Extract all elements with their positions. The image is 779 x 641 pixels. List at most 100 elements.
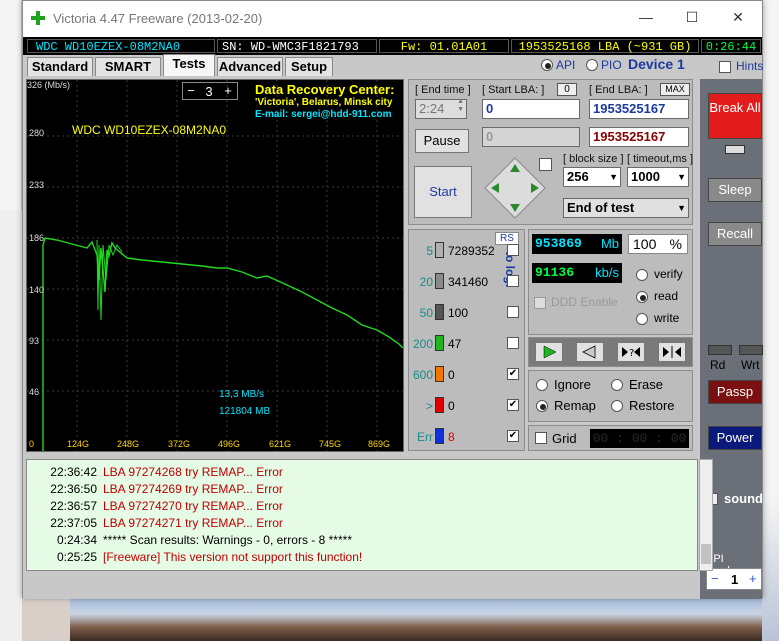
y-tick-46: 46 [29,387,40,397]
stat-count: 8 [448,430,455,444]
desktop-wallpaper [70,596,779,641]
stat-log-checkbox[interactable]: ✔ [507,368,519,380]
hints-label: Hints [736,59,764,73]
direction-checkbox[interactable] [539,158,552,171]
power-button[interactable]: Power [708,426,762,450]
graph-done: 121804 MB [219,406,271,417]
ddd-enable-label: DDD Enable [551,295,618,309]
recall-button[interactable]: Recall [708,222,762,246]
tab-smart[interactable]: SMART [95,57,161,76]
stat-color-swatch [435,304,444,320]
grid-checkbox[interactable] [535,432,547,444]
block-size-select[interactable]: 256 ▼ [563,167,621,187]
stat-color-swatch [435,397,444,413]
log-line: 0:25:25 [Freeware] This version not suppo… [33,549,362,566]
passp-button[interactable]: Passp [708,380,762,404]
close-button[interactable]: ✕ [715,1,761,33]
stat-color-swatch [435,273,444,289]
stat-log-checkbox[interactable] [507,306,519,318]
grid-label: Grid [552,431,577,446]
minimize-button[interactable]: — [623,1,669,33]
erase-radio[interactable] [611,379,623,391]
api-number-plus-icon[interactable]: + [749,571,757,586]
log-scrollbar[interactable] [699,459,713,571]
y-tick-140: 140 [29,285,45,295]
scale-plus-button[interactable]: + [221,83,235,98]
pio-radio[interactable] [586,59,598,71]
break-all-button[interactable]: Break All [708,93,762,139]
ignore-radio[interactable] [536,379,548,391]
end-time-spin-icon[interactable]: ▲ ▼ [457,98,464,114]
tab-advanced[interactable]: Advanced [217,57,283,76]
drive-lba: 1953525168 LBA (~931 GB) [511,39,699,54]
stat-count: 47 [448,337,462,351]
api-number-value: 1 [731,572,739,587]
read-label: read [654,289,679,303]
write-radio[interactable] [636,313,648,325]
stat-color-swatch [435,366,444,382]
stat-log-checkbox[interactable]: ✔ [507,399,519,411]
drive-info-bar: WDC WD10EZEX-08M2NA0 SN: WD-WMC3F1821793… [23,37,762,55]
verify-radio[interactable] [636,269,648,281]
butterfly-button[interactable] [658,342,686,362]
scale-minus-button[interactable]: − [185,83,197,98]
restore-label: Restore [629,398,675,413]
api-number-minus-icon[interactable]: − [711,571,719,586]
progress-speed: 91136 kb/s [532,263,622,283]
title-bar[interactable]: Victoria 4.47 Freeware (2013-02-20) — ☐ … [23,1,762,37]
direction-pad-svg [484,157,546,219]
stat-log-checkbox[interactable]: ✔ [507,430,519,442]
pause-button[interactable]: Pause [415,129,469,153]
timeout-select[interactable]: 1000 ▼ [627,167,689,187]
current-lba-field: 1953525167 [589,127,689,147]
x-tick-372g: 372G [168,439,191,449]
log-time: 22:37:05 [50,516,97,530]
tab-tests[interactable]: Tests [163,54,215,76]
speed-graph: 326 (Mb/s) 280 233 186 140 93 46 0 124G … [26,79,404,452]
end-lba-field[interactable]: 1953525167 [589,99,689,119]
maximize-button[interactable]: ☐ [669,1,715,33]
max-lba-button[interactable]: MAX [660,83,690,96]
log-message: LBA 97274268 try REMAP... Error [103,465,283,479]
log-line: 22:37:05 LBA 97274271 try REMAP... Error [33,515,283,532]
log-scroll-thumb[interactable] [701,544,711,564]
stat-count: 100 [448,306,469,320]
x-tick-248g: 248G [117,439,140,449]
random-seek-button[interactable]: ? [617,342,645,362]
drc-title: Data Recovery Center: [255,82,395,97]
play-button[interactable] [535,342,563,362]
rewind-button[interactable] [576,342,604,362]
progress-mb-value: 953869 [535,236,582,251]
write-label: write [654,311,680,325]
stat-count: 0 [448,368,455,382]
start-button[interactable]: Start [414,166,472,218]
remap-radio[interactable] [536,400,548,412]
start-lba-field[interactable]: 0 [482,99,580,119]
read-radio[interactable] [636,291,648,303]
window-title: Victoria 4.47 Freeware (2013-02-20) [53,11,263,26]
stat-log-checkbox[interactable] [507,337,519,349]
x-tick-621g: 621G [269,439,292,449]
end-time-field[interactable]: 2:24 ▲ ▼ [415,98,467,119]
tab-standard[interactable]: Standard [27,57,93,76]
stat-label: 200 [412,337,433,351]
stat-label: > [425,399,433,413]
stat-log-checkbox[interactable] [507,275,519,287]
log-message: LBA 97274270 try REMAP... Error [103,499,283,513]
write-indicator [739,345,763,355]
api-radio[interactable] [541,59,553,71]
api-number-spinner[interactable]: − 1 + [706,568,762,590]
y-tick-93: 93 [29,336,40,346]
progress-mb-unit: Mb [600,236,619,251]
stat-log-checkbox[interactable] [507,244,519,256]
end-time-value: 2:24 [419,101,445,116]
hints-checkbox[interactable] [719,61,731,73]
verify-label: verify [654,267,683,281]
end-action-select[interactable]: End of test ▼ [563,198,689,218]
start-lba-reset-button[interactable]: 0 [557,83,577,96]
stat-label: 50 [419,306,433,320]
tab-setup[interactable]: Setup [285,57,333,76]
timeout-value: 1000 [631,169,660,184]
sleep-button[interactable]: Sleep [708,178,762,202]
restore-radio[interactable] [611,400,623,412]
